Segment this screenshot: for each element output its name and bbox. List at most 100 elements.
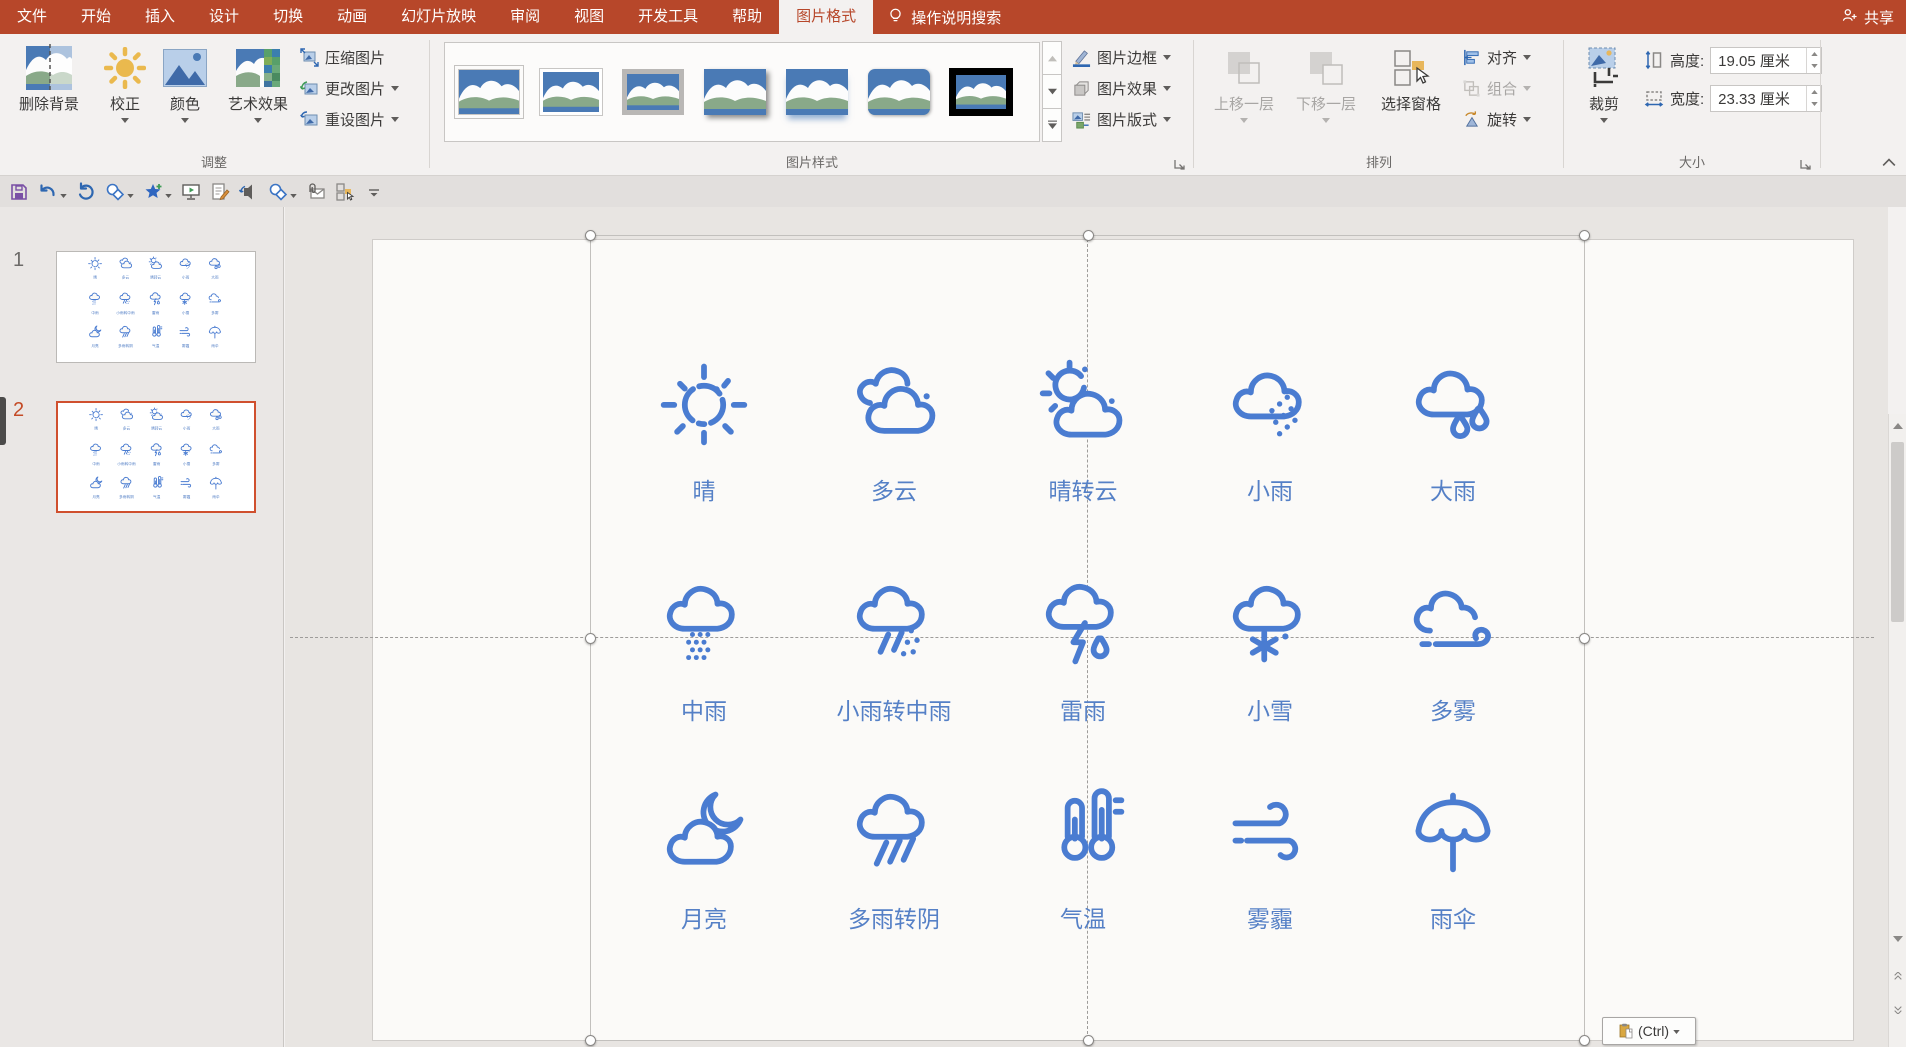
tab-animations[interactable]: 动画: [320, 0, 384, 34]
width-input[interactable]: [1711, 86, 1806, 111]
undo-button[interactable]: [35, 179, 70, 205]
tab-transitions[interactable]: 切换: [256, 0, 320, 34]
picture-styles-dialog-launcher[interactable]: [1172, 157, 1186, 171]
picture-layout-button[interactable]: 图片版式: [1072, 104, 1171, 135]
sun-cloud-icon: [148, 256, 163, 271]
scroll-down-arrow[interactable]: [1890, 931, 1905, 947]
picture-style-reflection[interactable]: [777, 47, 857, 137]
gallery-scroll-up[interactable]: [1042, 41, 1062, 75]
gallery-scroll-down[interactable]: [1042, 74, 1062, 108]
resize-handle-top-center[interactable]: [1083, 230, 1094, 241]
tab-design[interactable]: 设计: [192, 0, 256, 34]
tab-review[interactable]: 审阅: [493, 0, 557, 34]
picture-layout-caret[interactable]: [1163, 117, 1171, 122]
compress-picture-button[interactable]: 压缩图片: [300, 42, 399, 73]
collapse-ribbon-chevron[interactable]: [1882, 158, 1896, 167]
width-spinbox: [1710, 85, 1822, 112]
add-animation-caret[interactable]: [165, 194, 172, 198]
resize-handle-bottom-center[interactable]: [1083, 1035, 1094, 1046]
align-caret[interactable]: [1523, 55, 1531, 60]
scroll-up-arrow[interactable]: [1890, 418, 1905, 434]
next-slide-button[interactable]: [1890, 997, 1905, 1023]
save-button[interactable]: [6, 179, 32, 205]
crop-caret[interactable]: [1600, 118, 1608, 123]
share-button[interactable]: 共享: [1841, 0, 1894, 34]
tab-picture-format[interactable]: 图片格式: [779, 0, 873, 34]
previous-slide-button[interactable]: [1890, 963, 1905, 989]
rotate-caret[interactable]: [1523, 117, 1531, 122]
resize-handle-bottom-left[interactable]: [585, 1035, 596, 1046]
tab-home[interactable]: 开始: [64, 0, 128, 34]
resize-handle-middle-left[interactable]: [585, 633, 596, 644]
crop-button[interactable]: 裁剪: [1572, 40, 1636, 123]
slide-thumbnail-1[interactable]: 晴多云晴转云小雨大雨中雨小雨转中雨雷雨小雪多雾月亮多雨转阴气温雾霾雨伞: [56, 251, 256, 363]
picture-styles-gallery[interactable]: [444, 42, 1040, 142]
tab-developer[interactable]: 开发工具: [621, 0, 715, 34]
picture-effects-caret[interactable]: [1163, 86, 1171, 91]
color-button[interactable]: 颜色: [156, 40, 214, 123]
align-button[interactable]: 对齐: [1462, 42, 1531, 73]
present-from-current-button[interactable]: [178, 179, 204, 205]
weather-label: 多云: [114, 426, 140, 430]
weather-item-sun: 晴: [82, 256, 108, 280]
panel-scrollbar-thumb[interactable]: [0, 397, 6, 445]
slide-thumbnail-2-selected[interactable]: 晴多云晴转云小雨大雨中雨小雨转中雨雷雨小雪多雾月亮多雨转阴气温雾霾雨伞: [56, 401, 256, 513]
picture-border-caret[interactable]: [1163, 55, 1171, 60]
tell-me-search[interactable]: 操作说明搜索: [887, 0, 1001, 34]
corrections-button[interactable]: 校正: [96, 40, 154, 123]
redo-button[interactable]: [73, 179, 99, 205]
email-attachment-button[interactable]: [303, 179, 329, 205]
add-animation-button[interactable]: [140, 179, 175, 205]
reset-picture-caret[interactable]: [391, 117, 399, 122]
send-backward-label: 下移一层: [1296, 96, 1356, 114]
shapes-alt-caret[interactable]: [290, 194, 297, 198]
selection-pane-button[interactable]: [332, 179, 358, 205]
picture-border-button[interactable]: 图片边框: [1072, 42, 1171, 73]
artistic-effects-dropdown-caret[interactable]: [254, 118, 262, 123]
change-picture-caret[interactable]: [391, 86, 399, 91]
resize-handle-top-left[interactable]: [585, 230, 596, 241]
shapes-button[interactable]: [102, 179, 137, 205]
scrollbar-thumb[interactable]: [1891, 442, 1904, 622]
selection-pane-button[interactable]: 选择窗格: [1368, 40, 1454, 114]
edit-document-button[interactable]: [207, 179, 233, 205]
weather-label: 中雨: [83, 461, 109, 465]
color-dropdown-caret[interactable]: [181, 118, 189, 123]
clouds-icon: [119, 407, 134, 422]
temperature-icon: [148, 324, 163, 339]
picture-style-drop-shadow[interactable]: [695, 47, 775, 137]
weather-label: 雷雨: [144, 461, 170, 465]
paste-options-button[interactable]: (Ctrl): [1602, 1017, 1696, 1045]
picture-style-simple-frame[interactable]: [449, 47, 529, 137]
change-picture-button[interactable]: 更改图片: [300, 73, 399, 104]
shapes-alt-button[interactable]: [265, 179, 300, 205]
rotate-button[interactable]: 旋转: [1462, 104, 1531, 135]
resize-handle-top-right[interactable]: [1579, 230, 1590, 241]
tab-view[interactable]: 视图: [557, 0, 621, 34]
picture-style-rounded-soft[interactable]: [859, 47, 939, 137]
rehearse-timings-button[interactable]: [236, 179, 262, 205]
remove-background-button[interactable]: 删除背景: [8, 40, 90, 114]
weather-item-heavy-rain: 大雨: [1373, 355, 1533, 505]
gallery-more-button[interactable]: [1042, 108, 1062, 142]
arrange-group-label: 排列: [1196, 152, 1562, 171]
picture-style-metal-frame[interactable]: [613, 47, 693, 137]
shapes-caret[interactable]: [127, 194, 134, 198]
tab-file[interactable]: 文件: [0, 0, 64, 34]
size-dialog-launcher[interactable]: [1798, 157, 1812, 171]
tab-slideshow[interactable]: 幻灯片放映: [384, 0, 493, 34]
reset-picture-button[interactable]: 重设图片: [300, 104, 399, 135]
picture-style-black-frame[interactable]: [941, 47, 1021, 137]
undo-caret[interactable]: [60, 194, 67, 198]
picture-effects-button[interactable]: 图片效果: [1072, 73, 1171, 104]
resize-handle-bottom-right[interactable]: [1579, 1035, 1590, 1046]
resize-handle-middle-right[interactable]: [1579, 633, 1590, 644]
artistic-effects-button[interactable]: 艺术效果: [216, 40, 300, 123]
tab-insert[interactable]: 插入: [128, 0, 192, 34]
tab-help[interactable]: 帮助: [715, 0, 779, 34]
more-commands-button[interactable]: [361, 179, 387, 205]
corrections-dropdown-caret[interactable]: [121, 118, 129, 123]
weather-label: 中雨: [624, 697, 784, 725]
picture-style-white-matte[interactable]: [531, 47, 611, 137]
height-input[interactable]: [1711, 48, 1806, 73]
